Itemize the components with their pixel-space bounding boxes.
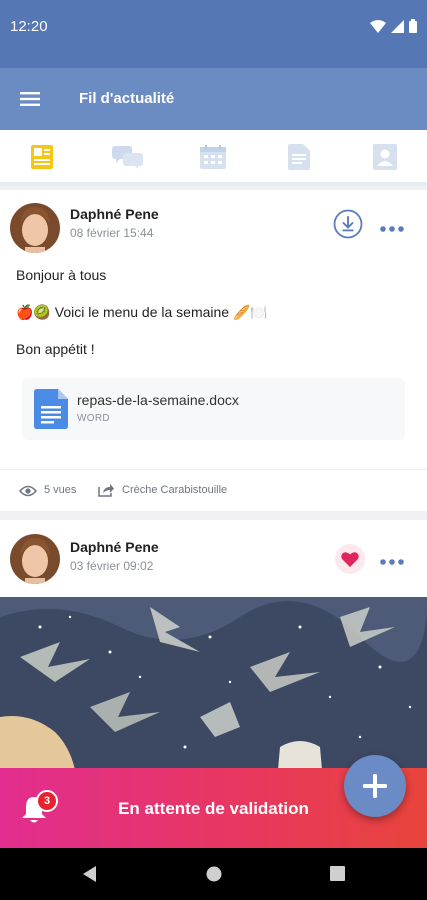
signal-icon [391,19,404,38]
chat-bubbles-icon [112,146,143,169]
post-date: 08 février 15:44 [70,226,154,240]
attachment-name: repas-de-la-semaine.docx [77,392,239,408]
like-button[interactable] [335,544,365,574]
app-bar: Fil d'actualité [0,68,427,130]
page-title: Fil d'actualité [79,90,175,107]
post-text-line: Bon appétit ! [16,341,95,357]
status-time: 12:20 [10,18,48,35]
back-icon[interactable] [83,866,97,882]
post-card: Daphné Pene 08 février 15:44 Bonjour à t… [0,190,427,511]
recents-icon[interactable] [330,866,345,881]
download-icon [333,209,363,239]
tab-calendar[interactable] [198,143,228,171]
app-screen: 12:20 Fil d'actualité Daphné Pene 08 fév… [0,0,427,900]
battery-icon [409,19,417,38]
tab-bar [0,130,427,186]
tab-messages[interactable] [111,143,145,171]
post-text-line: Bonjour à tous [16,267,107,283]
hamburger-icon [20,92,40,106]
post-text-line: 🍎🥝 Voici le menu de la semaine 🥖🍽️ [16,304,268,320]
author-name[interactable]: Daphné Pene [70,206,159,222]
document-icon [288,144,310,170]
status-icons [370,19,417,38]
more-options-button[interactable] [379,221,405,232]
tab-documents[interactable] [284,143,314,171]
status-bar: 12:20 [0,0,427,68]
heart-icon [341,552,359,567]
menu-button[interactable] [16,86,46,112]
avatar[interactable] [10,534,60,584]
wifi-icon [370,19,386,38]
attachment[interactable]: repas-de-la-semaine.docx WORD [22,378,405,440]
more-dots-icon [380,226,404,232]
newsfeed-icon [31,145,53,169]
paint-splatter-image [0,597,427,770]
tab-newsfeed[interactable] [27,143,57,171]
add-post-button[interactable] [344,755,406,817]
share-icon [98,484,114,497]
shared-to-group[interactable]: Crèche Carabistouille [122,484,227,496]
profile-card-icon [373,144,397,170]
post-photo[interactable] [0,597,427,770]
calendar-icon [200,145,226,169]
author-name[interactable]: Daphné Pene [70,539,159,555]
avatar[interactable] [10,203,60,253]
post-footer: 5 vues Crèche Carabistouille [0,469,427,511]
tab-profile[interactable] [370,143,400,171]
eye-icon [19,485,37,497]
post-date: 03 février 09:02 [70,559,154,573]
post-card: Daphné Pene 03 février 09:02 [0,520,427,597]
plus-icon [363,774,387,798]
download-button[interactable] [333,209,363,239]
system-nav-bar [0,848,427,900]
home-icon[interactable] [206,866,222,882]
attachment-type: WORD [77,413,110,424]
view-count: 5 vues [44,484,77,496]
more-dots-icon [380,559,404,565]
more-options-button[interactable] [379,554,405,565]
word-file-icon [34,389,68,429]
